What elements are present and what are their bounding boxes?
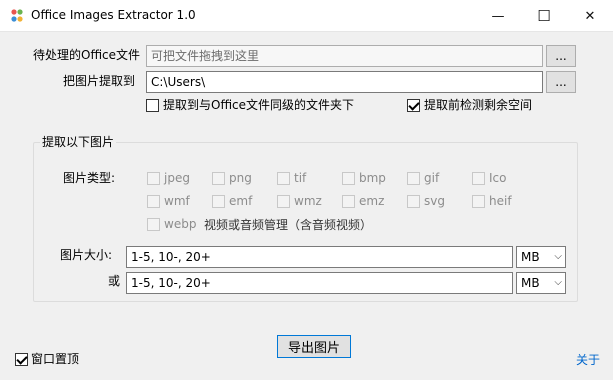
topmost-checkbox[interactable] (15, 353, 28, 366)
type-checkbox-ico[interactable] (472, 172, 485, 185)
type-checkbox-jpeg[interactable] (147, 172, 160, 185)
type-checkbox-gif[interactable] (407, 172, 420, 185)
type-checkbox-tif[interactable] (277, 172, 290, 185)
source-browse-button[interactable]: ... (546, 45, 576, 67)
type-label-png: png (229, 171, 252, 185)
type-checkbox-emz[interactable] (342, 195, 355, 208)
type-checkbox-heif[interactable] (472, 195, 485, 208)
target-folder-label: 把图片提取到 (63, 74, 136, 88)
type-label-heif: heif (489, 194, 512, 208)
about-link[interactable]: 关于 (576, 351, 600, 368)
type-label-wmz: wmz (294, 194, 322, 208)
same-folder-label: 提取到与Office文件同级的文件夹下 (163, 98, 355, 112)
topmost-label: 窗口置顶 (31, 352, 80, 366)
maximize-icon: ☐ (537, 7, 551, 25)
size-unit-select-2[interactable]: MB ⌵ (516, 272, 566, 294)
type-checkbox-bmp[interactable] (342, 172, 355, 185)
type-checkbox-wmz[interactable] (277, 195, 290, 208)
close-button[interactable]: ✕ (567, 0, 613, 32)
maximize-button[interactable]: ☐ (521, 0, 567, 32)
type-label-gif: gif (424, 171, 440, 185)
chevron-down-icon: ⌵ (554, 251, 562, 262)
type-checkbox-svg[interactable] (407, 195, 420, 208)
app-icon (11, 9, 23, 22)
image-types-label: 图片类型: (63, 171, 116, 185)
type-label-emz: emz (359, 194, 385, 208)
target-folder-input[interactable]: C:\Users\ (146, 71, 543, 93)
type-label-ico: Ico (489, 171, 507, 185)
export-images-button[interactable]: 导出图片 (277, 335, 351, 358)
check-free-space-checkbox[interactable] (407, 99, 420, 112)
extract-group-title: 提取以下图片 (40, 133, 117, 150)
type-checkbox-wmf[interactable] (147, 195, 160, 208)
size-unit-value-1: MB (521, 250, 540, 264)
type-checkbox-emf[interactable] (212, 195, 225, 208)
or-label: 或 (108, 274, 121, 288)
type-label-svg: svg (424, 194, 445, 208)
size-unit-value-2: MB (521, 276, 540, 290)
type-checkbox-webp[interactable] (147, 218, 160, 231)
type-label-wmf: wmf (164, 194, 190, 208)
type-label-bmp: bmp (359, 171, 386, 185)
source-file-input[interactable]: 可把文件拖拽到这里 (146, 45, 543, 67)
same-folder-checkbox[interactable] (146, 99, 159, 112)
source-file-label: 待处理的Office文件 (33, 48, 141, 62)
minimize-icon: — (491, 8, 505, 24)
media-option-label: 视频或音频管理（含音频视频） (204, 218, 373, 232)
title-bar: Office Images Extractor 1.0 — ☐ ✕ (0, 0, 613, 32)
type-checkbox-png[interactable] (212, 172, 225, 185)
minimize-button[interactable]: — (475, 0, 521, 32)
size-input-1[interactable]: 1-5, 10-, 20+ (126, 246, 513, 268)
size-unit-select-1[interactable]: MB ⌵ (516, 246, 566, 268)
target-browse-button[interactable]: ... (546, 71, 576, 93)
type-label-tif: tif (294, 171, 307, 185)
chevron-down-icon: ⌵ (554, 277, 562, 288)
type-label-webp: webp (164, 217, 197, 231)
close-icon: ✕ (584, 8, 596, 24)
check-free-space-label: 提取前检测剩余空间 (424, 98, 533, 112)
size-input-2[interactable]: 1-5, 10-, 20+ (126, 272, 513, 294)
type-label-jpeg: jpeg (164, 171, 190, 185)
image-size-label: 图片大小: (60, 248, 113, 262)
window-title: Office Images Extractor 1.0 (31, 8, 196, 22)
type-label-emf: emf (229, 194, 253, 208)
